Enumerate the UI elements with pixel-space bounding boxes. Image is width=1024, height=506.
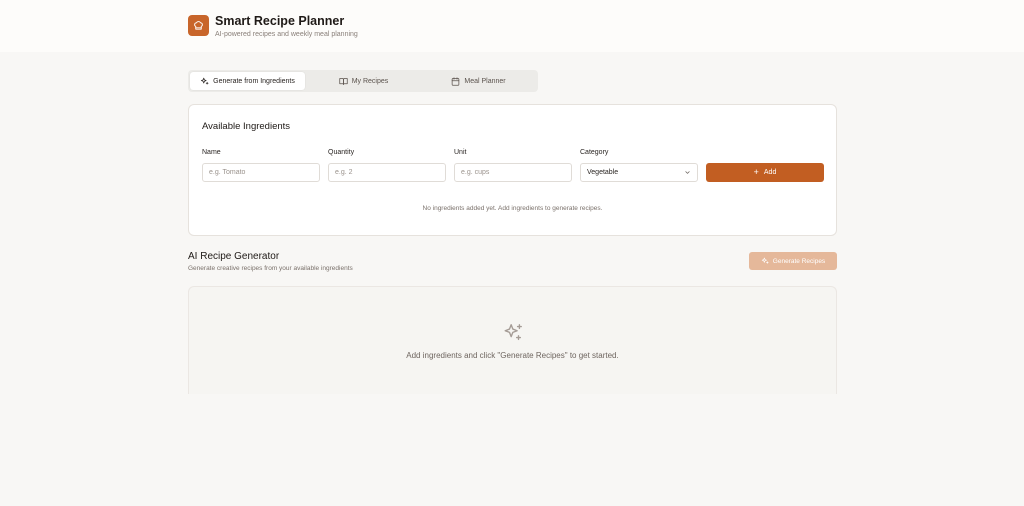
generator-title: AI Recipe Generator: [188, 251, 280, 262]
category-select[interactable]: Vegetable: [580, 163, 698, 182]
sparkles-icon: [761, 257, 769, 264]
generator-results-panel: Add ingredients and click "Generate Reci…: [188, 286, 837, 394]
ingredients-card: Available Ingredients Name Quantity Unit…: [188, 104, 837, 236]
tab-meal-planner[interactable]: Meal Planner: [421, 72, 536, 90]
calendar-icon: [452, 76, 460, 86]
tab-label: Meal Planner: [464, 77, 506, 85]
app-title: Smart Recipe Planner: [215, 14, 345, 28]
generator-empty-message: Add ingredients and click "Generate Reci…: [406, 351, 619, 360]
tab-generate-from-ingredients[interactable]: Generate from Ingredients: [190, 72, 305, 90]
tab-my-recipes[interactable]: My Recipes: [306, 72, 421, 90]
tab-label: Generate from Ingredients: [213, 77, 295, 85]
ingredients-title: Available Ingredients: [202, 121, 291, 132]
unit-label: Unit: [454, 149, 467, 156]
tab-label: My Recipes: [351, 77, 389, 85]
book-icon: [339, 77, 348, 85]
generate-recipes-button[interactable]: Generate Recipes: [749, 252, 837, 270]
sparkles-icon: [201, 77, 209, 84]
name-label: Name: [202, 149, 221, 156]
chevron-down-icon: [685, 171, 690, 174]
plus-icon: +: [753, 167, 759, 177]
quantity-input[interactable]: [328, 163, 446, 182]
generate-button-label: Generate Recipes: [772, 257, 826, 265]
app-header: Smart Recipe Planner AI-powered recipes …: [0, 0, 1024, 52]
tab-bar: Generate from Ingredients My Recipes Mea…: [188, 70, 538, 92]
quantity-label: Quantity: [328, 149, 355, 156]
add-ingredient-button[interactable]: + Add: [706, 163, 824, 182]
unit-input[interactable]: [454, 163, 572, 182]
app-subtitle: AI-powered recipes and weekly meal plann…: [215, 31, 358, 38]
generator-subtitle: Generate creative recipes from your avai…: [188, 265, 353, 272]
name-input[interactable]: [202, 163, 320, 182]
category-value: Vegetable: [587, 169, 619, 176]
empty-ingredients-message: No ingredients added yet. Add ingredient…: [422, 205, 603, 212]
add-button-label: Add: [763, 169, 777, 176]
category-label: Category: [580, 149, 609, 156]
chef-hat-icon: [188, 15, 209, 36]
sparkles-icon: [504, 324, 522, 341]
